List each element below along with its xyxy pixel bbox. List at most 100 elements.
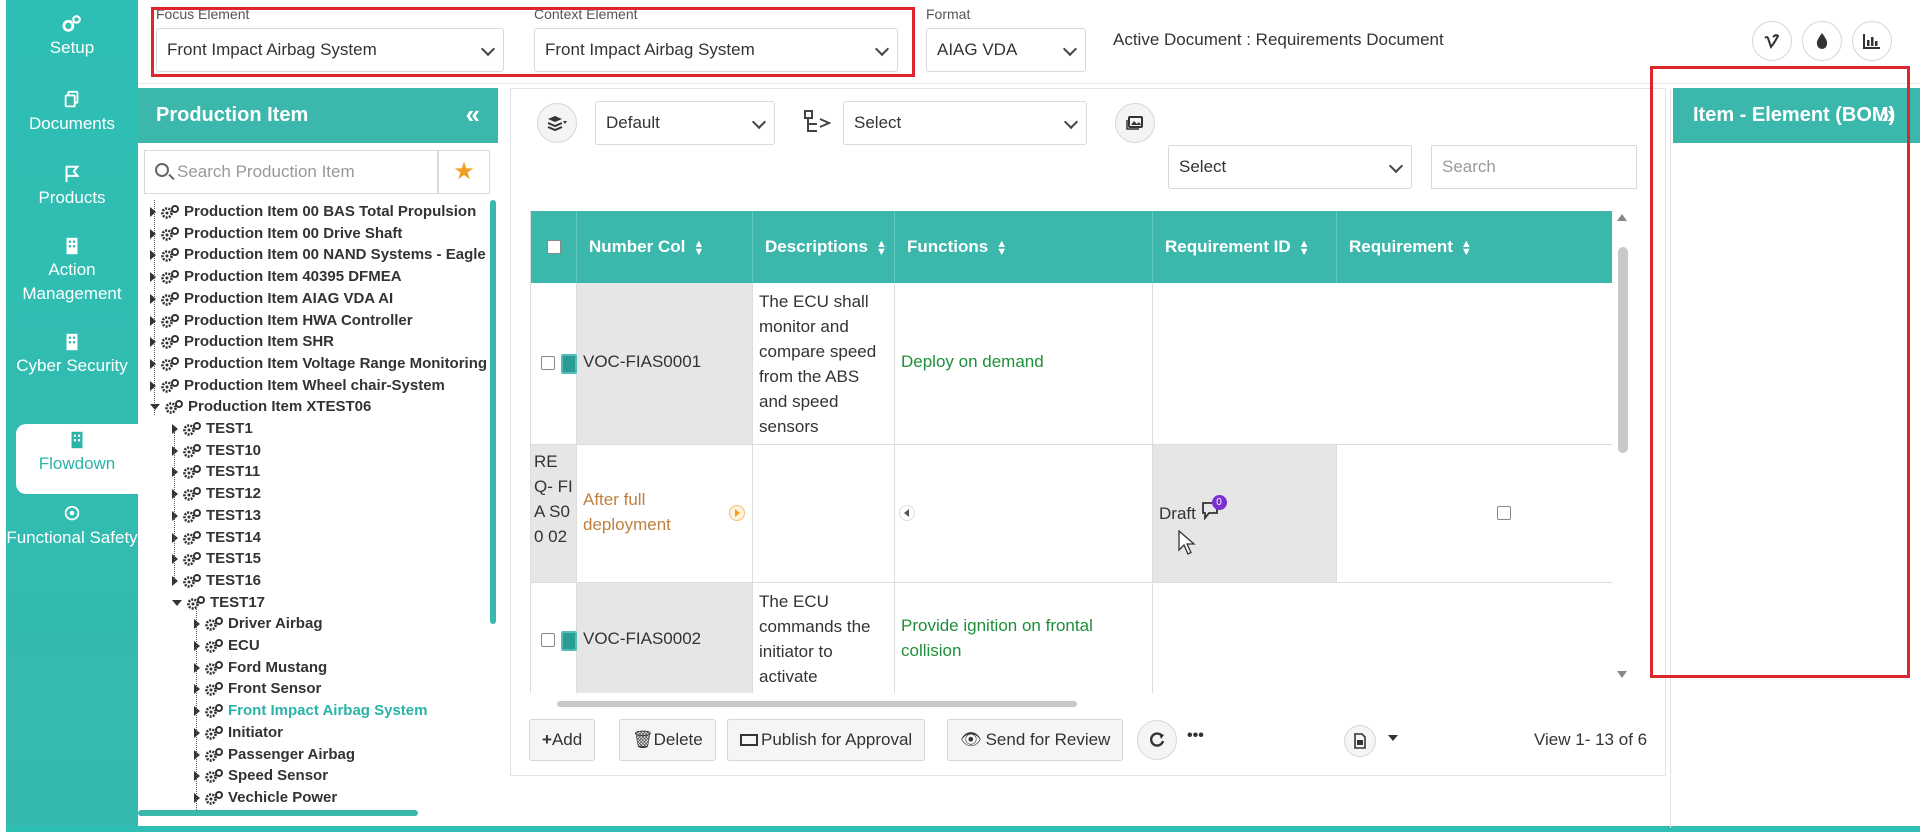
tree-node[interactable]: Production Item HWA Controller bbox=[150, 311, 413, 331]
tree-node[interactable]: Initiator bbox=[194, 723, 283, 743]
caret-right-icon[interactable] bbox=[194, 706, 200, 717]
grid-search-input[interactable]: Search bbox=[1431, 145, 1637, 189]
grid-horizontal-scroll-thumb[interactable] bbox=[557, 701, 1077, 707]
column-number-col[interactable]: Number Col ▲ ▼ bbox=[577, 211, 753, 283]
nav-flowdown[interactable]: Flowdown bbox=[16, 424, 138, 494]
caret-right-icon[interactable] bbox=[194, 750, 200, 761]
tree-node[interactable]: Production Item Wheel chair-System bbox=[150, 376, 445, 396]
tree-node[interactable]: TEST15 bbox=[172, 549, 261, 569]
grid-scroll-thumb[interactable] bbox=[1618, 247, 1628, 453]
caret-down-icon[interactable] bbox=[172, 600, 182, 607]
tree-node[interactable]: Production Item XTEST06 bbox=[150, 397, 371, 417]
column-requirement[interactable]: Requirement ▲ ▼ bbox=[1337, 211, 1612, 283]
caret-right-icon[interactable] bbox=[194, 793, 200, 804]
tree-node[interactable]: ECU bbox=[194, 636, 260, 656]
caret-right-icon[interactable] bbox=[150, 316, 156, 327]
favorites-button[interactable]: ★ bbox=[438, 150, 490, 194]
tree-node[interactable]: Production Item Voltage Range Monitoring bbox=[150, 354, 487, 374]
column-functions[interactable]: Functions ▲ ▼ bbox=[895, 211, 1153, 283]
caret-right-icon[interactable] bbox=[172, 467, 178, 478]
drop-button[interactable] bbox=[1802, 21, 1842, 61]
tree-node[interactable]: Production Item 40395 DFMEA bbox=[150, 267, 402, 287]
comment-button[interactable]: 0 bbox=[1201, 495, 1227, 521]
format-select[interactable]: AIAG VDA bbox=[926, 28, 1086, 72]
caret-right-icon[interactable] bbox=[172, 511, 178, 522]
caret-right-icon[interactable] bbox=[194, 663, 200, 674]
publish-approval-button[interactable]: Publish for Approval bbox=[727, 719, 926, 761]
tree-node[interactable]: TEST14 bbox=[172, 528, 261, 548]
image-button[interactable] bbox=[1115, 103, 1155, 143]
flow-select[interactable]: Select bbox=[843, 101, 1087, 145]
caret-right-icon[interactable] bbox=[150, 272, 156, 283]
delete-button[interactable]: 🗑Delete bbox=[619, 719, 716, 761]
tree-node[interactable]: TEST13 bbox=[172, 506, 261, 526]
tree-node[interactable]: Production Item 00 NAND Systems - Eagle … bbox=[150, 245, 492, 265]
tree-node[interactable]: Front Impact Airbag System bbox=[194, 701, 427, 721]
caret-right-icon[interactable] bbox=[150, 207, 156, 218]
caret-right-icon[interactable] bbox=[150, 337, 156, 348]
row-checkbox[interactable] bbox=[541, 356, 555, 370]
tree-node[interactable]: TEST17 bbox=[172, 593, 265, 613]
filter-select[interactable]: Select bbox=[1168, 145, 1412, 189]
nav-documents[interactable]: Documents bbox=[6, 90, 138, 136]
tree-node[interactable]: Production Item SHR bbox=[150, 332, 334, 352]
send-review-button[interactable]: 👁 Send for Review bbox=[947, 719, 1124, 761]
vimeo-button[interactable] bbox=[1752, 21, 1792, 61]
view-select[interactable]: Default bbox=[595, 101, 775, 145]
caret-right-icon[interactable] bbox=[172, 554, 178, 565]
export-button[interactable] bbox=[1344, 725, 1376, 757]
caret-right-icon[interactable] bbox=[150, 294, 156, 305]
nav-products[interactable]: Products bbox=[6, 164, 138, 210]
caret-right-icon[interactable] bbox=[150, 229, 156, 240]
tree-node[interactable]: TEST12 bbox=[172, 484, 261, 504]
layers-button[interactable] bbox=[537, 103, 577, 143]
tree-node[interactable]: Production Item 00 Drive Shaft bbox=[150, 224, 402, 244]
nav-functional-safety[interactable]: Functional Safety bbox=[6, 504, 138, 550]
expand-button[interactable]: » bbox=[1881, 88, 1895, 140]
caret-right-icon[interactable] bbox=[194, 771, 200, 782]
nav-action-management[interactable]: Action Management bbox=[6, 236, 138, 306]
caret-right-icon[interactable] bbox=[172, 424, 178, 435]
row-checkbox[interactable] bbox=[541, 633, 555, 647]
caret-right-icon[interactable] bbox=[150, 359, 156, 370]
tree-vertical-scrollbar[interactable] bbox=[490, 200, 496, 624]
export-dropdown-icon[interactable] bbox=[1387, 729, 1399, 747]
tree-node[interactable]: Driver Airbag bbox=[194, 614, 322, 634]
caret-right-icon[interactable] bbox=[172, 576, 178, 587]
select-all-checkbox[interactable] bbox=[547, 240, 561, 254]
column-descriptions[interactable]: Descriptions ▲ ▼ bbox=[753, 211, 895, 283]
caret-right-icon[interactable] bbox=[194, 619, 200, 630]
caret-right-icon[interactable] bbox=[172, 489, 178, 500]
tree-node[interactable]: Production Item 00 BAS Total Propulsion bbox=[150, 202, 476, 222]
context-element-select[interactable]: Front Impact Airbag System bbox=[534, 28, 898, 72]
tree-node[interactable]: Vechicle Power bbox=[194, 788, 337, 808]
caret-right-icon[interactable] bbox=[194, 641, 200, 652]
caret-right-icon[interactable] bbox=[172, 446, 178, 457]
focus-element-select[interactable]: Front Impact Airbag System bbox=[156, 28, 504, 72]
caret-right-icon[interactable] bbox=[194, 728, 200, 739]
tree-node[interactable]: TEST1 bbox=[172, 419, 253, 439]
collapse-left-icon[interactable] bbox=[899, 505, 915, 521]
refresh-button[interactable] bbox=[1137, 720, 1177, 760]
tree-node[interactable]: TEST16 bbox=[172, 571, 261, 591]
production-search-input[interactable]: Search Production Item bbox=[144, 150, 438, 194]
tree-node[interactable]: TEST10 bbox=[172, 441, 261, 461]
caret-down-icon[interactable] bbox=[150, 404, 160, 411]
caret-right-icon[interactable] bbox=[172, 533, 178, 544]
nav-setup[interactable]: Setup bbox=[6, 14, 138, 60]
column-requirement-id[interactable]: Requirement ID ▲ ▼ bbox=[1153, 211, 1337, 283]
tree-node[interactable]: Speed Sensor bbox=[194, 766, 328, 786]
more-button[interactable]: ••• bbox=[1187, 727, 1204, 745]
nav-cyber-security[interactable]: Cyber Security bbox=[6, 332, 138, 378]
collapse-button[interactable]: « bbox=[466, 88, 480, 140]
tree-node[interactable]: Production Item AIAG VDA AI bbox=[150, 289, 393, 309]
tree-horizontal-scrollbar[interactable] bbox=[138, 810, 418, 816]
caret-right-icon[interactable] bbox=[150, 381, 156, 392]
caret-right-icon[interactable] bbox=[150, 250, 156, 261]
caret-right-icon[interactable] bbox=[194, 684, 200, 695]
tree-node[interactable]: TEST11 bbox=[172, 462, 260, 482]
add-button[interactable]: +Add bbox=[529, 719, 596, 761]
tree-node[interactable]: Ford Mustang bbox=[194, 658, 327, 678]
tree-node[interactable]: Passenger Airbag bbox=[194, 745, 355, 765]
tree-node[interactable]: Front Sensor bbox=[194, 679, 321, 699]
